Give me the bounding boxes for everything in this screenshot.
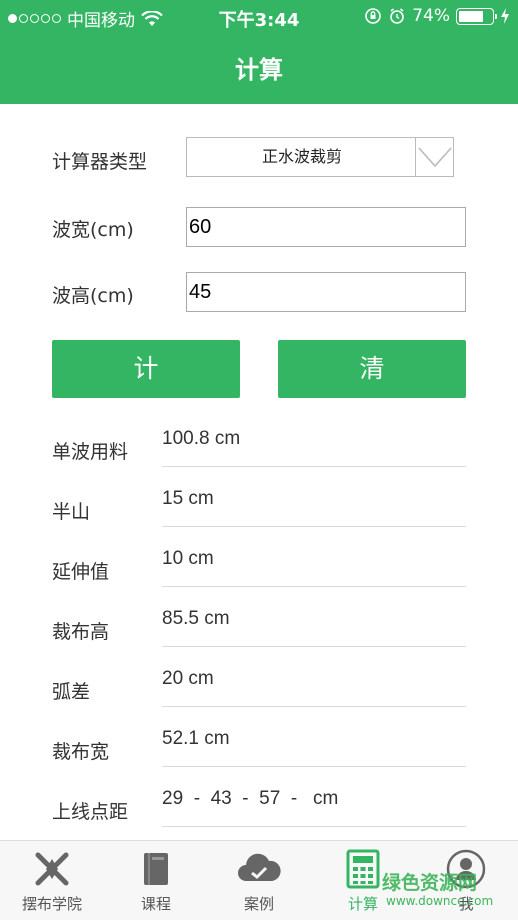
calculator-type-value: 正水波裁剪 xyxy=(261,147,342,166)
wave-width-label: 波宽(cm) xyxy=(52,219,134,241)
divider xyxy=(162,766,466,767)
result-value: 20 cm xyxy=(162,668,214,689)
calculator-icon xyxy=(346,849,380,889)
tab-label: 课程 xyxy=(140,895,171,913)
logo-icon xyxy=(35,852,69,886)
book-icon xyxy=(144,853,168,885)
result-value: 100.8 cm xyxy=(162,428,241,449)
result-label: 半山 xyxy=(52,501,91,523)
wave-width-input[interactable]: 60 xyxy=(186,207,466,247)
result-value: 85.5 cm xyxy=(162,608,230,629)
tab-label: 案例 xyxy=(243,895,274,913)
divider xyxy=(162,586,466,587)
divider xyxy=(162,706,466,707)
chevron-down-icon xyxy=(415,138,453,176)
divider xyxy=(162,826,466,827)
result-label: 延伸值 xyxy=(52,561,110,583)
calculate-button[interactable]: 计 算 xyxy=(52,340,240,441)
alarm-icon xyxy=(390,8,405,24)
cloud-icon xyxy=(238,853,281,881)
divider xyxy=(162,646,466,647)
calculator-type-label: 计算器类型 xyxy=(52,151,148,173)
orientation-lock-icon xyxy=(365,8,382,24)
tab-cases[interactable]: 案例 xyxy=(207,841,311,920)
result-label: 裁布高 xyxy=(52,621,110,643)
header: 中国移动 下午3:44 74% 计算 xyxy=(0,0,518,104)
clear-button[interactable]: 清 零 xyxy=(278,340,466,441)
result-value: 52.1 cm xyxy=(162,728,230,749)
result-label: 单波用料 xyxy=(52,441,129,463)
tab-label: 摆布学院 xyxy=(21,895,82,913)
status-right: 74% xyxy=(364,6,510,26)
battery-percent: 74% xyxy=(412,6,450,26)
watermark: 绿色资源网 www.downcc.com xyxy=(382,868,512,914)
result-value: 15 cm xyxy=(162,488,214,509)
tab-academy[interactable]: 摆布学院 xyxy=(0,841,104,920)
calculator-type-select[interactable]: 正水波裁剪 xyxy=(186,137,454,177)
page-title: 计算 xyxy=(235,56,283,84)
result-value: 10 cm xyxy=(162,548,214,569)
watermark-url: www.downcc.com xyxy=(386,894,494,908)
divider xyxy=(162,526,466,527)
result-label: 上线点距 xyxy=(52,801,129,823)
watermark-text: 绿色资源网 xyxy=(382,872,478,894)
battery-icon xyxy=(456,7,497,25)
wave-height-input[interactable]: 45 xyxy=(186,272,466,312)
wave-height-label: 波高(cm) xyxy=(52,285,134,307)
divider xyxy=(162,466,466,467)
status-bar: 中国移动 下午3:44 74% xyxy=(0,0,518,34)
result-label: 裁布宽 xyxy=(52,741,110,763)
charging-icon xyxy=(501,8,509,24)
result-label: 弧差 xyxy=(52,681,91,703)
tab-course[interactable]: 课程 xyxy=(104,841,208,920)
result-value: 29 - 43 - 57 - cm xyxy=(162,788,339,809)
